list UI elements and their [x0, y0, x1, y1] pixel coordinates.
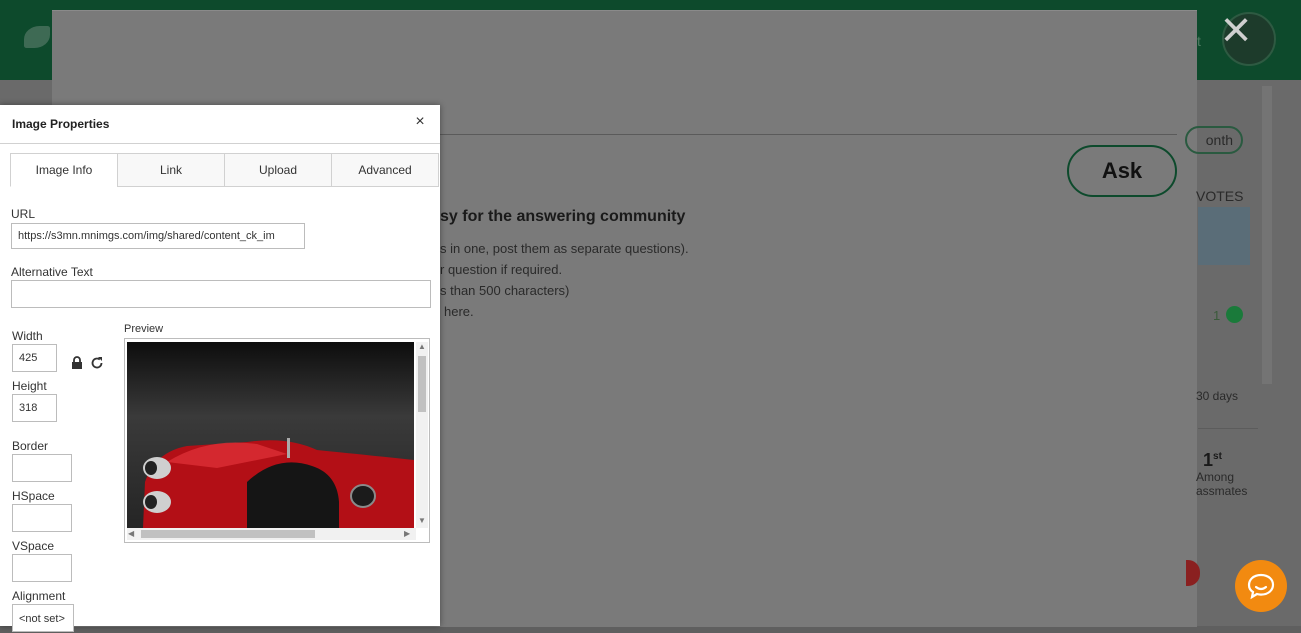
modal-divider	[440, 134, 1177, 135]
dialog-title: Image Properties	[12, 117, 110, 131]
scroll-left-arrow-icon[interactable]: ◀	[128, 529, 134, 538]
close-modal-icon[interactable]: ×	[1212, 4, 1260, 56]
url-label: URL	[11, 207, 36, 221]
dialog-header-divider	[0, 143, 440, 144]
alignment-select[interactable]: <not set>	[12, 604, 74, 632]
tab-link[interactable]: Link	[117, 153, 225, 187]
tip-item: r question if required.	[440, 262, 563, 277]
preview-image	[127, 342, 414, 528]
rank-number: 1	[1203, 450, 1214, 470]
tip-item: s than 500 characters)	[440, 283, 570, 298]
tab-advanced[interactable]: Advanced	[331, 153, 439, 187]
preview-vertical-scrollbar[interactable]: ▲ ▼	[416, 342, 428, 528]
ask-button[interactable]: Ask	[1067, 145, 1177, 197]
preview-label: Preview	[124, 323, 164, 335]
tip-item: s in one, post them as separate question…	[440, 241, 689, 256]
alt-text-input[interactable]	[11, 280, 431, 308]
days-label: 30 days	[1196, 389, 1239, 403]
lock-icon[interactable]	[70, 356, 84, 370]
tip-link[interactable]: here.	[444, 304, 474, 319]
width-input[interactable]	[12, 344, 57, 372]
votes-label: VOTES	[1196, 188, 1244, 204]
vspace-input[interactable]	[12, 554, 72, 582]
dialog-close-icon[interactable]: ×	[410, 113, 430, 131]
scroll-down-arrow-icon[interactable]: ▼	[418, 516, 426, 525]
rank-value: 1st	[1203, 450, 1222, 471]
url-input[interactable]	[11, 223, 305, 249]
score-value: 1	[1213, 308, 1221, 323]
among-label: Among	[1196, 470, 1235, 484]
alt-text-label: Alternative Text	[11, 265, 93, 279]
preview-box: ▲ ▼ ◀ ▶	[124, 338, 430, 543]
page-scrollbar[interactable]	[1262, 86, 1272, 384]
preview-horizontal-thumb[interactable]	[141, 530, 315, 538]
height-label: Height	[12, 379, 47, 393]
nav-link-partial[interactable]: t	[1197, 33, 1201, 49]
classmates-label: assmates	[1196, 484, 1248, 498]
tips-title: sy for the answering community	[440, 208, 686, 225]
border-input[interactable]	[12, 454, 72, 482]
hspace-label: HSpace	[12, 489, 55, 503]
rank-description: Among assmates	[1196, 470, 1247, 498]
scroll-up-arrow-icon[interactable]: ▲	[418, 342, 426, 351]
chat-button[interactable]	[1235, 560, 1287, 612]
alignment-label: Alignment	[12, 589, 66, 603]
side-divider	[1198, 428, 1258, 429]
tab-image-info[interactable]: Image Info	[10, 153, 118, 187]
reset-size-icon[interactable]	[90, 356, 104, 370]
width-label: Width	[12, 329, 43, 343]
motorcycle-image	[143, 438, 414, 528]
hspace-input[interactable]	[12, 504, 72, 532]
rank-suffix: st	[1213, 451, 1222, 462]
preview-horizontal-scrollbar[interactable]: ◀ ▶	[127, 528, 416, 540]
smile-icon	[1226, 306, 1243, 323]
border-label: Border	[12, 439, 49, 453]
preview-vertical-thumb[interactable]	[418, 356, 426, 412]
votes-panel	[1198, 207, 1250, 265]
chat-icon	[1247, 573, 1275, 600]
tab-upload[interactable]: Upload	[224, 153, 332, 187]
image-properties-dialog: Image Properties × Image Info Link Uploa…	[0, 105, 440, 632]
scroll-right-arrow-icon[interactable]: ▶	[404, 529, 410, 538]
month-filter-pill[interactable]: onth	[1185, 126, 1243, 154]
height-input[interactable]	[12, 394, 57, 422]
vspace-label: VSpace	[12, 539, 55, 553]
